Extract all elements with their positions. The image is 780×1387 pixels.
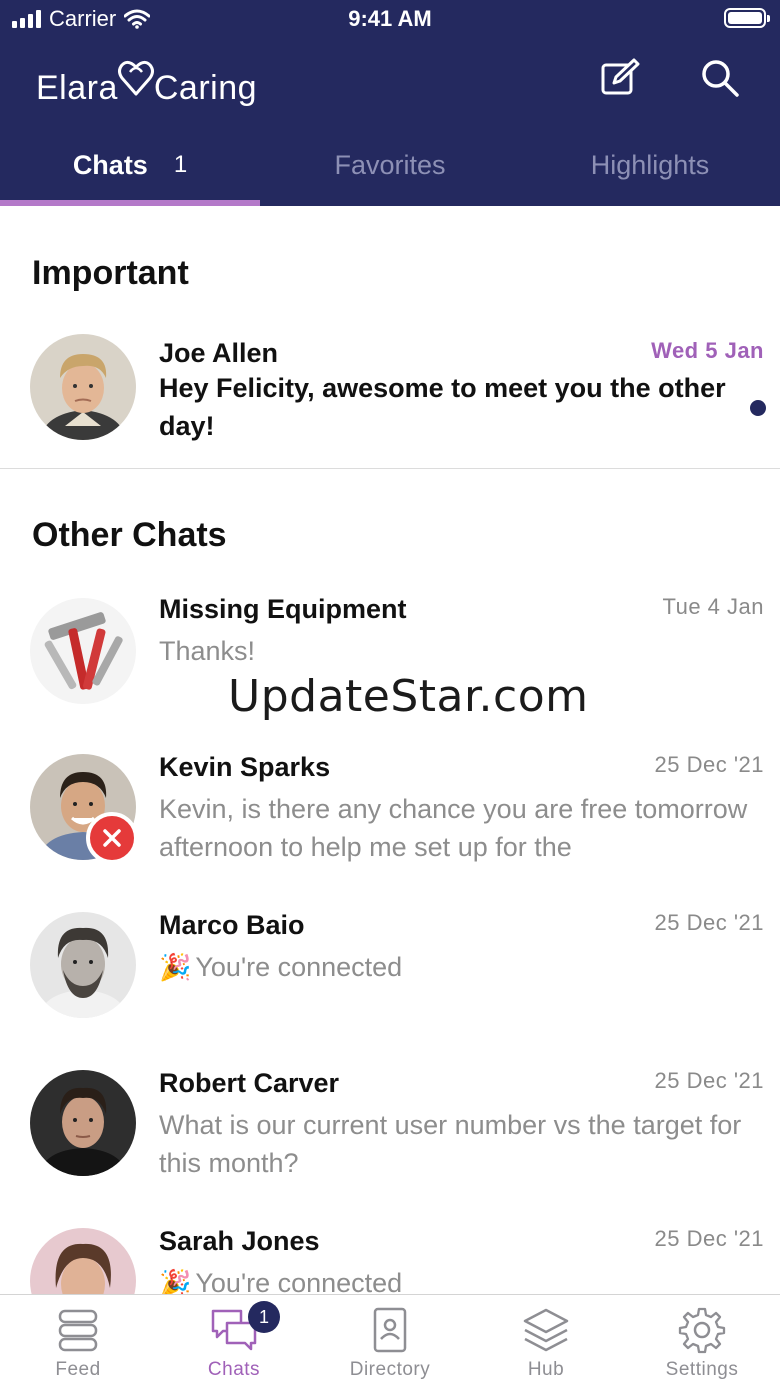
logo-text-left: Elara <box>36 69 118 107</box>
party-popper-icon: 🎉 <box>159 952 192 982</box>
settings-icon <box>678 1307 726 1354</box>
nav-chats-label: Chats <box>207 1359 261 1380</box>
nav-hub-label: Hub <box>527 1359 565 1380</box>
close-icon <box>103 829 121 847</box>
chat-name: Missing Equipment <box>159 594 407 624</box>
tab-favorites-label: Favorites <box>334 149 446 180</box>
party-popper-icon: 🎉 <box>159 1268 192 1294</box>
chat-row-robert-carver[interactable]: Robert Carver 25 Dec '21 What is our cur… <box>0 1060 780 1210</box>
nav-directory-label: Directory <box>349 1359 431 1380</box>
nav-hub[interactable]: Hub <box>468 1295 624 1387</box>
heart-logo-icon <box>117 60 154 96</box>
section-title-other: Other Chats <box>32 516 227 554</box>
chat-name: Sarah Jones <box>159 1226 320 1256</box>
nav-settings-label: Settings <box>665 1359 739 1380</box>
avatar <box>30 1228 136 1294</box>
section-title-important: Important <box>32 254 189 292</box>
chat-tabs: Chats 1 Favorites Highlights <box>0 124 780 206</box>
app-logo: Elara Caring <box>36 52 257 108</box>
avatar <box>30 334 136 440</box>
nav-feed-label: Feed <box>55 1359 101 1380</box>
chat-message: What is our current user number vs the t… <box>159 1110 742 1178</box>
chat-row-kevin-sparks[interactable]: Kevin Sparks 25 Dec '21 Kevin, is there … <box>0 744 780 894</box>
chat-name: Kevin Sparks <box>159 752 331 782</box>
chat-name: Joe Allen <box>159 338 279 368</box>
chat-message: Thanks! <box>159 636 256 666</box>
unread-indicator <box>750 400 766 416</box>
feed-icon <box>58 1309 98 1352</box>
chat-time: 25 Dec '21 <box>654 752 764 777</box>
hub-icon <box>523 1308 569 1352</box>
chat-message-text: You're connected <box>195 952 403 982</box>
section-divider <box>0 468 780 469</box>
nav-chats-badge: 1 <box>248 1301 280 1333</box>
tab-favorites[interactable]: Favorites <box>260 124 520 206</box>
avatar <box>30 598 136 704</box>
chat-row-joe-allen[interactable]: Joe Allen Wed 5 Jan Hey Felicity, awesom… <box>0 324 780 464</box>
chat-name: Robert Carver <box>159 1068 340 1098</box>
chat-message: 🎉 You're connected <box>159 1264 749 1294</box>
chat-name: Marco Baio <box>159 910 305 940</box>
chat-time: 25 Dec '21 <box>654 1226 764 1251</box>
chat-message-text: You're connected <box>195 1268 403 1294</box>
status-time: 9:41 AM <box>348 6 432 31</box>
chat-message: 🎉 You're connected <box>159 948 749 986</box>
chat-row-marco-baio[interactable]: Marco Baio 25 Dec '21 🎉 You're connected <box>0 902 780 1052</box>
nav-directory[interactable]: Directory <box>312 1295 468 1387</box>
search-icon[interactable] <box>698 56 742 100</box>
chat-list[interactable]: Important Joe Allen Wed 5 Jan Hey Felici… <box>0 206 780 1294</box>
nav-settings[interactable]: Settings <box>624 1295 780 1387</box>
tab-chats-count: 1 <box>173 151 188 178</box>
nav-feed[interactable]: Feed <box>0 1295 156 1387</box>
directory-icon <box>373 1307 407 1353</box>
tab-chats-label: Chats <box>72 149 148 180</box>
chat-row-sarah-jones[interactable]: Sarah Jones 25 Dec '21 🎉 You're connected <box>0 1218 780 1294</box>
tab-chats[interactable]: Chats 1 <box>0 124 260 206</box>
tab-highlights[interactable]: Highlights <box>520 124 780 206</box>
remove-badge[interactable] <box>86 812 138 864</box>
bottom-tab-bar: Feed Chats 1 Directory Hub Settings <box>0 1294 780 1387</box>
app-header: Carrier 9:41 AM Elara Caring Chats 1 Fav… <box>0 0 780 206</box>
compose-icon[interactable] <box>598 56 642 100</box>
nav-chats[interactable]: Chats 1 <box>156 1295 312 1387</box>
chat-time: Wed 5 Jan <box>651 338 764 363</box>
battery-icon <box>724 8 770 28</box>
chat-time: Tue 4 Jan <box>662 594 764 619</box>
chat-time: 25 Dec '21 <box>654 1068 764 1093</box>
tab-highlights-label: Highlights <box>590 149 710 180</box>
avatar <box>30 912 136 1018</box>
chat-message: Hey Felicity, awesome to meet you the ot… <box>159 373 726 441</box>
watermark-text: UpdateStar.com <box>228 671 589 722</box>
chat-time: 25 Dec '21 <box>654 910 764 935</box>
chat-message: Kevin, is there any chance you are free … <box>159 794 748 862</box>
status-bar: Carrier 9:41 AM <box>0 0 780 40</box>
logo-text-right: Caring <box>153 69 258 107</box>
avatar <box>30 1070 136 1176</box>
